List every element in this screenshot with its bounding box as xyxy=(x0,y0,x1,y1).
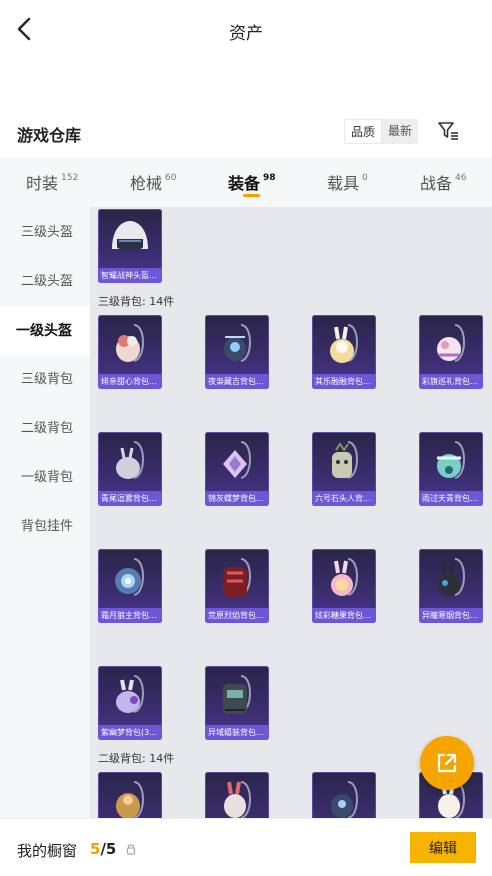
edit-button[interactable]: 编辑 xyxy=(410,832,476,863)
backpack-icon xyxy=(116,324,144,362)
item-card[interactable]: 雨过天青背包... xyxy=(419,432,483,506)
active-tab-indicator xyxy=(243,194,260,197)
item-name: 锦灰蝶梦背包... xyxy=(205,491,269,506)
item-card[interactable]: 炫彩糖果背包... xyxy=(312,549,376,623)
item-card[interactable]: 夜枭藏吉背包... xyxy=(205,315,269,389)
sidebar-item-lv1-backpack[interactable]: 一级背包 xyxy=(0,454,90,502)
backpack-icon xyxy=(223,675,251,714)
backpack-icon xyxy=(332,441,358,479)
backpack-icon xyxy=(116,675,144,713)
section-label: 二级背包: 14件 xyxy=(98,752,175,765)
backpack-icon xyxy=(224,324,251,362)
item-name: 智耀战神头盔... xyxy=(98,268,162,283)
item-name: 荒原烈焰背包... xyxy=(205,608,269,623)
backpack-icon xyxy=(331,781,358,818)
filter-icon[interactable] xyxy=(437,120,459,142)
lock-icon xyxy=(126,844,136,855)
item-card[interactable] xyxy=(312,772,376,818)
item-name: 彩旗巡礼背包... xyxy=(419,374,483,389)
item-card[interactable]: 绯亲甜心背包... xyxy=(98,315,162,389)
item-name: 其乐融融背包... xyxy=(312,374,376,389)
item-card[interactable]: 异域嬉装背包... xyxy=(205,666,269,740)
showcase-count: 5/5 xyxy=(90,840,117,858)
sidebar-item-lv3-backpack[interactable]: 三级背包 xyxy=(0,356,90,404)
warehouse-title: 游戏仓库 xyxy=(17,126,82,145)
item-card[interactable]: 六号石头人背... xyxy=(312,432,376,506)
item-card[interactable]: 荒原烈焰背包... xyxy=(205,549,269,623)
sidebar-item-lv3-helmet[interactable]: 三级头盔 xyxy=(0,209,90,257)
backpack-icon xyxy=(223,558,251,597)
item-grid: 智耀战神头盔... 三级背包: 14件 绯亲甜心背包... 夜枭藏吉背包... … xyxy=(90,207,492,818)
share-export-icon xyxy=(437,753,457,773)
item-card[interactable]: 彩旗巡礼背包... xyxy=(419,315,483,389)
tab-weapons[interactable]: 枪械 60 xyxy=(130,170,176,194)
item-name: 绯亲甜心背包... xyxy=(98,374,162,389)
backpack-icon xyxy=(330,324,358,363)
backpack-icon xyxy=(438,558,465,596)
item-card[interactable]: 智耀战神头盔... xyxy=(98,209,162,283)
top-bar: 资产 xyxy=(0,0,492,58)
item-name: 异域嬉装背包... xyxy=(205,725,269,740)
page-title: 资产 xyxy=(229,24,263,44)
item-card[interactable] xyxy=(98,772,162,818)
tab-supplies[interactable]: 战备 46 xyxy=(420,170,466,194)
item-name: 青尾逗雾背包... xyxy=(98,491,162,506)
item-card[interactable]: 紫幽梦背包(3... xyxy=(98,666,162,740)
sort-quality-button[interactable]: 品质 xyxy=(344,119,383,144)
item-name: 霜月狼主背包... xyxy=(98,608,162,623)
item-card[interactable]: 锦灰蝶梦背包... xyxy=(205,432,269,506)
item-card[interactable]: 异瞳寒烟背包... xyxy=(419,549,483,623)
item-name: 异瞳寒烟背包... xyxy=(419,608,483,623)
backpack-icon xyxy=(331,558,358,596)
sort-toggle: 品质 最新 xyxy=(344,119,419,144)
item-name: 炫彩糖果背包... xyxy=(312,608,376,623)
sidebar-item-lv2-backpack[interactable]: 二级背包 xyxy=(0,405,90,453)
item-card[interactable]: 其乐融融背包... xyxy=(312,315,376,389)
helmet-icon xyxy=(112,221,148,250)
item-card[interactable]: 霜月狼主背包... xyxy=(98,549,162,623)
item-card[interactable]: 青尾逗雾背包... xyxy=(98,432,162,506)
sidebar-item-backpack-charm[interactable]: 背包挂件 xyxy=(0,503,90,551)
tab-vehicles[interactable]: 载具 0 xyxy=(327,170,368,194)
item-name: 雨过天青背包... xyxy=(419,491,483,506)
tab-fashion[interactable]: 时装 152 xyxy=(26,170,78,194)
share-button[interactable] xyxy=(420,736,474,790)
sidebar-item-lv1-helmet[interactable]: 一级头盔 xyxy=(0,307,90,355)
tab-equipment[interactable]: 装备 98 xyxy=(228,170,276,194)
item-name: 紫幽梦背包(3... xyxy=(98,725,162,740)
backpack-icon xyxy=(437,324,465,362)
backpack-icon xyxy=(223,441,251,479)
item-card[interactable] xyxy=(205,772,269,818)
item-name: 夜枭藏吉背包... xyxy=(205,374,269,389)
backpack-icon xyxy=(437,441,465,479)
backpack-icon xyxy=(116,781,144,818)
section-label: 三级背包: 14件 xyxy=(98,295,175,308)
sort-newest-button[interactable]: 最新 xyxy=(382,119,419,144)
item-name: 六号石头人背... xyxy=(312,491,376,506)
showcase-bar: 我的橱窗 5/5 编辑 xyxy=(0,818,492,876)
backpack-icon xyxy=(116,441,144,479)
backpack-icon xyxy=(115,558,144,596)
sidebar-item-lv2-helmet[interactable]: 二级头盔 xyxy=(0,258,90,306)
showcase-label: 我的橱窗 xyxy=(17,842,78,860)
category-tabs: 时装 152 枪械 60 装备 98 载具 0 战备 46 xyxy=(0,157,492,207)
sidebar: 三级头盔 二级头盔 一级头盔 三级背包 二级背包 一级背包 背包挂件 xyxy=(0,207,90,818)
backpack-icon xyxy=(224,781,251,818)
